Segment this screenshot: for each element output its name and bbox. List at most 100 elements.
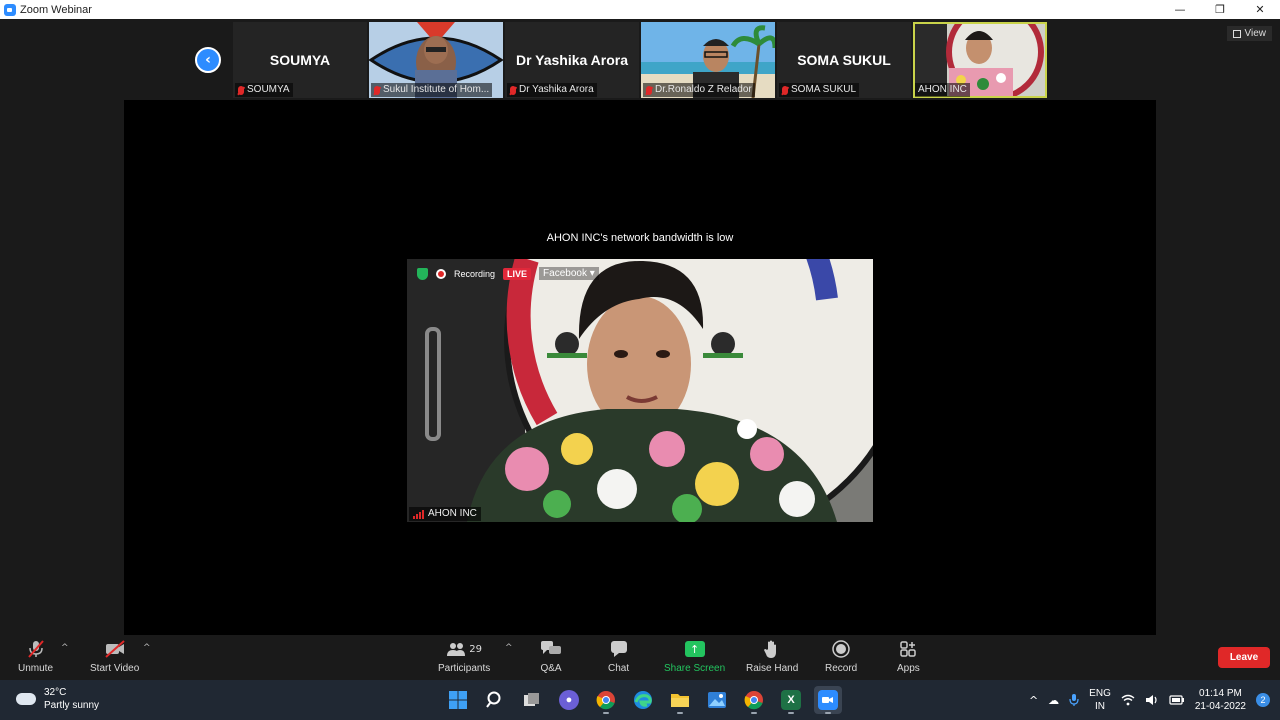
chrome-app-2[interactable] [740, 686, 768, 714]
participant-caption-text: AHON INC [918, 84, 967, 95]
recording-bar: Recording LIVE Facebook ▾ [417, 267, 599, 280]
chevron-left-icon: ‹ [205, 52, 211, 68]
speaker-video[interactable]: Recording LIVE Facebook ▾ AHON INC [407, 259, 873, 522]
mic-muted-icon [374, 85, 380, 95]
raise-hand-label: Raise Hand [746, 663, 799, 674]
audio-options-caret-icon[interactable]: ^ [61, 643, 69, 653]
maximize-button[interactable]: ❐ [1200, 0, 1240, 19]
battery-icon[interactable] [1169, 695, 1185, 705]
record-icon [832, 639, 850, 659]
stream-target-label: Facebook [543, 268, 587, 279]
record-button[interactable]: Record [825, 639, 857, 674]
chrome-icon [744, 691, 763, 710]
edge-app[interactable] [629, 686, 657, 714]
language-code: ENG [1089, 688, 1111, 699]
participants-caret-icon[interactable]: ^ [505, 643, 513, 653]
zoom-app[interactable] [814, 686, 842, 714]
windows-taskbar: 32°C Partly sunny ● X ^ ☁ ENG IN 01:14 P… [0, 680, 1280, 720]
microphone-icon[interactable] [1069, 693, 1079, 707]
participant-tile-active[interactable]: AHON INC [913, 22, 1047, 98]
search-button[interactable] [481, 686, 509, 714]
task-view-icon [524, 693, 539, 706]
stream-target-dropdown[interactable]: Facebook ▾ [539, 267, 599, 280]
participant-tile[interactable]: Dr Yashika Arora Dr Yashika Arora [505, 22, 639, 98]
speaker-caption: AHON INC [409, 507, 481, 521]
folder-icon [671, 694, 689, 707]
weather-condition: Partly sunny [44, 700, 100, 711]
participant-count: 29 [469, 643, 482, 655]
recording-label: Recording [454, 268, 496, 279]
unmute-button[interactable]: Unmute [18, 639, 53, 674]
teams-chat-app[interactable]: ● [555, 686, 583, 714]
participants-label: Participants [438, 663, 491, 674]
chevron-up-icon[interactable]: ^ [1029, 694, 1038, 707]
speaker-video-frame [407, 259, 873, 522]
onedrive-cloud-icon[interactable]: ☁ [1048, 694, 1059, 707]
mic-muted-icon [26, 639, 46, 659]
apps-icon [899, 639, 917, 659]
meeting-toolbar: Unmute ^ Start Video ^ 29 Participants ^… [0, 635, 1280, 680]
participant-caption-text: Dr.Ronaldo Z Relador [655, 84, 752, 95]
participants-button[interactable]: 29 Participants [438, 639, 490, 674]
task-view-button[interactable] [518, 686, 546, 714]
participant-caption-text: Sukul Institute of Hom... [383, 84, 490, 95]
previous-page-button[interactable]: ‹ [195, 47, 221, 73]
chat-button[interactable]: Chat [608, 639, 629, 674]
shield-icon[interactable] [417, 267, 428, 280]
title-bar: Zoom Webinar — ❐ ✕ [0, 0, 1280, 19]
language-indicator[interactable]: ENG IN [1089, 687, 1111, 713]
close-button[interactable]: ✕ [1240, 0, 1280, 19]
qa-label: Q&A [540, 663, 562, 674]
participant-tile[interactable]: Sukul Institute of Hom... [369, 22, 503, 98]
window-controls: — ❐ ✕ [1160, 0, 1280, 19]
leave-button[interactable]: Leave [1218, 647, 1270, 668]
participant-tile[interactable]: SOUMYA SOUMYA [233, 22, 367, 98]
chat-icon [609, 639, 629, 659]
record-label: Record [825, 663, 858, 674]
clock[interactable]: 01:14 PM 21-04-2022 [1195, 687, 1246, 713]
region-code: IN [1095, 701, 1105, 712]
bandwidth-notice: AHON INC's network bandwidth is low [546, 232, 734, 244]
participant-name-large: SOMA SUKUL [797, 52, 891, 68]
share-screen-button[interactable]: ↑ Share Screen [664, 639, 725, 674]
search-icon [486, 691, 501, 708]
photos-app[interactable] [703, 686, 731, 714]
share-screen-icon: ↑ [684, 639, 705, 659]
raise-hand-button[interactable]: Raise Hand [746, 639, 798, 674]
video-options-caret-icon[interactable]: ^ [143, 643, 151, 653]
participant-tile[interactable]: Dr.Ronaldo Z Relador [641, 22, 775, 98]
start-video-button[interactable]: Start Video [90, 639, 139, 674]
speaker-name: AHON INC [428, 508, 477, 519]
weather-widget[interactable]: 32°C Partly sunny [13, 686, 100, 712]
photos-icon [708, 692, 726, 708]
participants-icon: 29 [446, 639, 482, 659]
qa-button[interactable]: Q&A [540, 639, 562, 674]
partly-sunny-icon [13, 690, 36, 705]
caret-down-icon: ▾ [589, 268, 595, 279]
excel-app[interactable]: X [777, 686, 805, 714]
zoom-icon [818, 690, 838, 710]
participant-caption: AHON INC [915, 83, 970, 97]
video-off-icon [104, 639, 126, 659]
chrome-app[interactable] [592, 686, 620, 714]
apps-button[interactable]: Apps [897, 639, 920, 674]
participant-caption-text: SOUMYA [247, 84, 290, 95]
participant-caption-text: SOMA SUKUL [791, 84, 857, 95]
speaker-icon[interactable] [1145, 694, 1159, 706]
unmute-label: Unmute [18, 663, 54, 674]
minimize-button[interactable]: — [1160, 0, 1200, 19]
taskbar-apps: ● X [444, 686, 842, 714]
live-badge: LIVE [503, 267, 532, 280]
view-button[interactable]: View [1226, 26, 1272, 41]
notification-badge[interactable]: 2 [1256, 693, 1270, 707]
file-explorer-app[interactable] [666, 686, 694, 714]
zoom-meeting-window: ‹ SOUMYA SOUMYA Sukul Institute of Hom..… [0, 19, 1280, 680]
windows-logo-icon [449, 691, 467, 709]
chrome-icon [596, 691, 615, 710]
mic-muted-icon [646, 85, 652, 95]
start-button[interactable] [444, 686, 472, 714]
window-title: Zoom Webinar [20, 3, 92, 16]
participant-tile[interactable]: SOMA SUKUL SOMA SUKUL [777, 22, 911, 98]
wifi-icon[interactable] [1121, 694, 1135, 706]
low-signal-icon [413, 509, 424, 519]
